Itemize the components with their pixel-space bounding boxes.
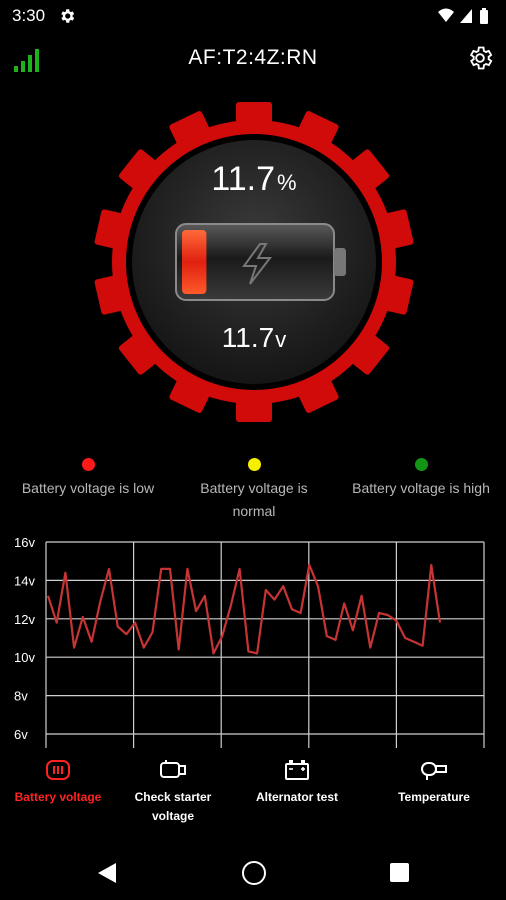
- car-battery-icon: [285, 760, 309, 780]
- nav-check-starter-label: Check starter voltage: [134, 790, 212, 823]
- y-tick-label: 10v: [14, 650, 35, 665]
- y-tick-label: 8v: [14, 689, 28, 704]
- nav-alternator-test[interactable]: Alternator test: [238, 756, 356, 807]
- battery-level-icon: [175, 223, 346, 301]
- y-tick-label: 6v: [14, 727, 28, 742]
- temperature-sensor-icon: [421, 762, 447, 780]
- charge-percent: 11.7%: [90, 160, 418, 199]
- legend-low-label: Battery voltage is low: [21, 480, 155, 496]
- legend-high: Battery voltage is high: [338, 458, 504, 500]
- battery-fill: [182, 230, 207, 294]
- voltage-unit: v: [275, 327, 287, 352]
- voltage-history-chart: 16v 14v 12v 10v 8v 6v: [14, 535, 485, 748]
- wifi-icon: [438, 8, 454, 22]
- red-indicator-dot: [81, 458, 95, 471]
- chart-grid: [45, 541, 485, 748]
- gear-icon[interactable]: [466, 44, 494, 72]
- legend-normal-label: Battery voltage is normal: [200, 480, 308, 519]
- starter-motor-icon: [160, 760, 186, 778]
- battery-voltage-readout: 11.7v: [90, 322, 418, 354]
- nav-battery-voltage-label: Battery voltage: [14, 790, 102, 804]
- legend-low: Battery voltage is low: [8, 458, 168, 500]
- voltage-series-line: [46, 563, 442, 655]
- voltage-legend: Battery voltage is low Battery voltage i…: [0, 458, 506, 528]
- nav-temperature[interactable]: Temperature: [376, 756, 492, 807]
- nav-check-starter-voltage[interactable]: Check starter voltage: [118, 756, 228, 826]
- status-icons: [438, 8, 488, 24]
- yellow-indicator-dot: [247, 458, 261, 471]
- back-icon[interactable]: [96, 861, 118, 885]
- battery-gauge: 11.7% 11.7v: [90, 98, 418, 426]
- legend-normal: Battery voltage is normal: [184, 458, 324, 523]
- cell-signal-icon: [460, 9, 472, 23]
- nav-alternator-label: Alternator test: [255, 790, 338, 804]
- battery-icon: [480, 10, 488, 24]
- y-tick-label: 16v: [14, 535, 35, 550]
- app-header: AF:T2:4Z:RN: [0, 36, 506, 84]
- legend-high-label: Battery voltage is high: [352, 480, 490, 496]
- y-tick-label: 14v: [14, 573, 35, 588]
- charge-percent-unit: %: [277, 170, 297, 195]
- status-time: 3:30: [12, 6, 46, 25]
- nav-battery-voltage[interactable]: Battery voltage: [4, 756, 112, 807]
- settings-icon: [61, 9, 75, 23]
- bottom-navigation: Battery voltage Check starter voltage Al…: [0, 756, 506, 826]
- y-tick-label: 12v: [14, 612, 35, 627]
- nav-temperature-label: Temperature: [398, 790, 470, 804]
- charge-percent-value: 11.7: [211, 160, 276, 198]
- device-id-title: AF:T2:4Z:RN: [188, 46, 318, 69]
- system-navigation-bar: [0, 845, 506, 900]
- recent-apps-icon[interactable]: [390, 863, 409, 882]
- status-bar: 3:30: [0, 0, 506, 32]
- battery-voltage-icon: [46, 760, 70, 780]
- home-icon[interactable]: [242, 861, 266, 885]
- green-indicator-dot: [414, 458, 428, 471]
- voltage-value: 11.7: [221, 322, 275, 353]
